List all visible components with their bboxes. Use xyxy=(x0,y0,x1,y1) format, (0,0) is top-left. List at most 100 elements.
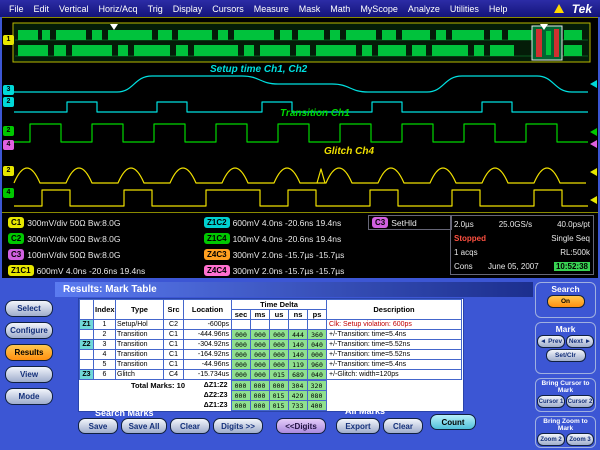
channel-marker-4m[interactable]: 4 xyxy=(3,140,14,150)
z4c4-badge[interactable]: Z4C4 xyxy=(204,265,230,276)
menu-measure[interactable]: Measure xyxy=(249,4,294,14)
trace-handle-icon[interactable] xyxy=(590,80,597,88)
z4c4-scale: 300mV 2.0ns -15.7µs -15.7µs xyxy=(233,266,345,276)
oscilloscope-screen: File Edit Vertical Horiz/Acq Trig Displa… xyxy=(0,0,600,450)
z4c3-badge[interactable]: Z4C3 xyxy=(204,249,230,260)
col-header-type: Type xyxy=(116,300,164,320)
save-all-button[interactable]: Save All xyxy=(121,418,167,434)
digits-more-button[interactable]: Digits >> xyxy=(213,418,263,434)
col-header-location: Location xyxy=(184,300,232,320)
trace-handle-icon[interactable] xyxy=(590,128,597,136)
cursor1-button[interactable]: Cursor 1 xyxy=(537,395,565,408)
table-row[interactable]: 4 Transition C1 -164.92ns 000 000 000 14… xyxy=(80,350,462,360)
menu-edit[interactable]: Edit xyxy=(29,4,55,14)
table-row[interactable]: Z3 6 Glitch C4 -15.734us 000 000 015 689… xyxy=(80,370,462,380)
bring-zoom-label: Bring Zoom to Mark xyxy=(536,418,595,432)
channel-marker-2y[interactable]: 2 xyxy=(3,166,14,176)
nav-select[interactable]: Select xyxy=(5,300,53,317)
menu-mask[interactable]: Mask xyxy=(294,4,326,14)
z1c2-badge[interactable]: Z1C2 xyxy=(204,217,230,228)
next-mark-button[interactable]: Next ► xyxy=(566,335,594,348)
ch2-scale: 300mV/div 50Ω Bw:8.0G xyxy=(27,234,120,244)
menu-bar: File Edit Vertical Horiz/Acq Trig Displa… xyxy=(0,0,600,17)
trace-handle-icon[interactable] xyxy=(590,196,597,204)
menu-vertical[interactable]: Vertical xyxy=(54,4,94,14)
unit-ms: ms xyxy=(251,310,270,320)
cursor2-button[interactable]: Cursor 2 xyxy=(566,395,594,408)
table-row[interactable]: 2 Transition C1 -444.96ns 000 000 000 44… xyxy=(80,330,462,340)
menu-myscope[interactable]: MyScope xyxy=(355,4,403,14)
export-button[interactable]: Export xyxy=(336,418,380,434)
ch3-scale: 100mV/div 50Ω Bw:8.0G xyxy=(27,250,120,260)
search-group: Search On xyxy=(535,282,596,318)
col-header-description: Description xyxy=(327,300,462,320)
zoom3-button[interactable]: Zoom 3 xyxy=(566,433,594,446)
delta-z1z2-label: ΔZ1:Z2 xyxy=(189,381,231,391)
clear-search-marks-button[interactable]: Clear xyxy=(170,418,210,434)
menu-display[interactable]: Display xyxy=(168,4,208,14)
col-header-time-delta: Time Delta xyxy=(232,300,327,310)
trace-ch4-square xyxy=(14,190,588,206)
nav-view[interactable]: View xyxy=(5,366,53,383)
ch2-badge[interactable]: C2 xyxy=(8,233,24,244)
ch1-badge[interactable]: C1 xyxy=(8,217,24,228)
view-label: View xyxy=(441,402,461,412)
col-header-src: Src xyxy=(164,300,184,320)
zoom2-button[interactable]: Zoom 2 xyxy=(537,433,565,446)
menu-utilities[interactable]: Utilities xyxy=(445,4,484,14)
clear-all-marks-button[interactable]: Clear xyxy=(383,418,423,434)
menu-math[interactable]: Math xyxy=(325,4,355,14)
delta-z2z3-label: ΔZ2:Z3 xyxy=(189,391,231,401)
bring-cursor-label: Bring Cursor to Mark xyxy=(536,380,595,394)
channel-marker-2g[interactable]: 2 xyxy=(3,126,14,136)
z1c4-badge[interactable]: Z1C4 xyxy=(204,233,230,244)
trigger-readout[interactable]: C3 SetHld xyxy=(368,215,452,230)
table-row[interactable]: 5 Transition C1 -44.96ns 000 000 000 119… xyxy=(80,360,462,370)
mark-table: Index Type Src Location Time Delta Descr… xyxy=(79,299,462,380)
menu-file[interactable]: File xyxy=(4,4,29,14)
menu-cursors[interactable]: Cursors xyxy=(207,4,249,14)
trace-handle-icon[interactable] xyxy=(590,140,597,148)
menu-analyze[interactable]: Analyze xyxy=(403,4,445,14)
channel-marker-2c[interactable]: 2 xyxy=(3,97,14,107)
date: June 05, 2007 xyxy=(488,262,539,271)
menu-horiz-acq[interactable]: Horiz/Acq xyxy=(94,4,143,14)
nav-mode[interactable]: Mode xyxy=(5,388,53,405)
channel-marker-4g[interactable]: 4 xyxy=(3,188,14,198)
acquisition-readout: 2.0µs 25.0GS/s 40.0ps/pt Stopped Single … xyxy=(450,215,594,275)
alert-triangle-icon xyxy=(554,4,564,13)
sample-resolution: 40.0ps/pt xyxy=(557,220,590,229)
zoom-overview-strip xyxy=(13,23,590,62)
col-header-zone xyxy=(80,300,94,320)
ch3-badge[interactable]: C3 xyxy=(8,249,24,260)
count-button[interactable]: Count xyxy=(430,414,476,430)
channel-marker-1[interactable]: 1 xyxy=(3,35,14,45)
unit-sec: sec xyxy=(232,310,251,320)
table-row[interactable]: Z1 1 Setup/Hol C2 -600ps Clk: Setup viol… xyxy=(80,320,462,330)
z1c1-badge[interactable]: Z1C1 xyxy=(8,265,34,276)
channel-marker-3[interactable]: 3 xyxy=(3,85,14,95)
search-on-button[interactable]: On xyxy=(547,295,585,308)
bring-zoom-group: Bring Zoom to Mark Zoom 2 Zoom 3 xyxy=(535,416,596,448)
prev-mark-button[interactable]: ◄ Prev xyxy=(537,335,565,348)
acq-mode: Single Seq xyxy=(551,234,590,243)
mark-group: Mark ◄ Prev Next ► Set/Clr xyxy=(535,322,596,374)
set-clr-button[interactable]: Set/Clr xyxy=(546,349,586,362)
annotation-glitch: Glitch Ch4 xyxy=(324,146,374,157)
menu-trig[interactable]: Trig xyxy=(143,4,168,14)
menu-help[interactable]: Help xyxy=(484,4,513,14)
readout-bar: C1300mV/div 50Ω Bw:8.0G C2300mV/div 50Ω … xyxy=(2,213,598,278)
sample-rate: 25.0GS/s xyxy=(499,220,532,229)
tek-logo: Tek xyxy=(572,2,596,16)
nav-results[interactable]: Results xyxy=(5,344,53,361)
mark-table-summary: Total Marks: 10 ΔZ1:Z2 000 000 000 304 3… xyxy=(79,380,461,411)
zoom-readouts: Z1C2600mV 4.0ns -20.6ns 19.4ns Z1C4100mV… xyxy=(204,215,364,279)
digits-less-button[interactable]: <<Digits xyxy=(276,418,326,434)
save-button[interactable]: Save xyxy=(78,418,118,434)
trace-handle-icon[interactable] xyxy=(590,168,597,176)
table-row[interactable]: Z2 3 Transition C1 -304.92ns 000 000 000… xyxy=(80,340,462,350)
waveform-display: Setup time Ch1, Ch2 Transition Ch1 Glitc… xyxy=(2,17,598,213)
trace-ch2-setup xyxy=(14,76,588,92)
cons-label: Cons xyxy=(454,262,473,271)
nav-configure[interactable]: Configure xyxy=(5,322,53,339)
